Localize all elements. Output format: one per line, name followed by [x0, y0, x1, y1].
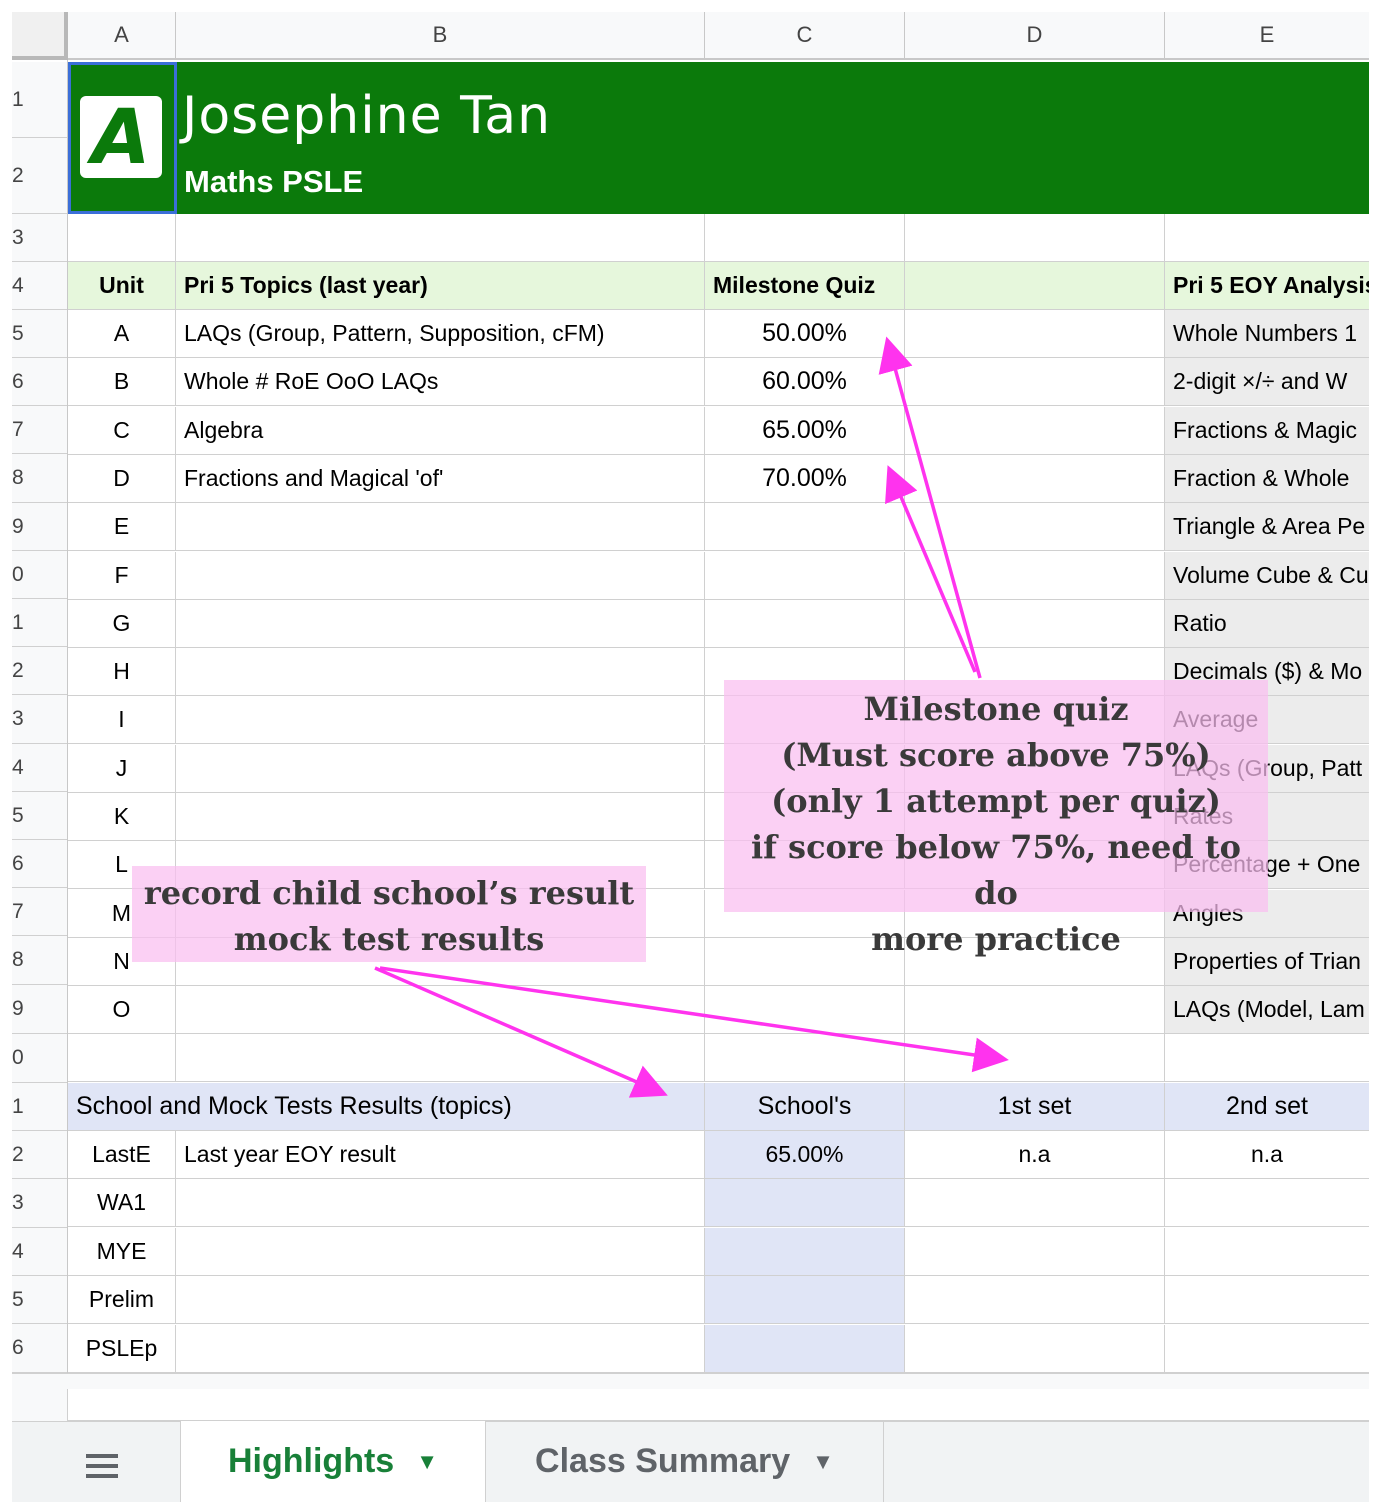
- all-sheets-menu-icon[interactable]: [86, 1452, 118, 1480]
- sheet-tab-class-summary-label: Class Summary: [535, 1442, 791, 1480]
- arrow-to-quiz-a: [878, 336, 982, 679]
- arrow-to-1st-set: [379, 966, 1009, 1073]
- chevron-down-icon[interactable]: ▼: [416, 1449, 438, 1475]
- sheet-tab-class-summary[interactable]: Class Summary ▼: [486, 1421, 884, 1502]
- sheet-tab-highlights-label: Highlights: [228, 1442, 395, 1480]
- chevron-down-icon[interactable]: ▼: [812, 1449, 834, 1475]
- annotation-arrows: [374, 336, 1009, 1098]
- sheet-tab-highlights[interactable]: Highlights ▼: [180, 1421, 486, 1502]
